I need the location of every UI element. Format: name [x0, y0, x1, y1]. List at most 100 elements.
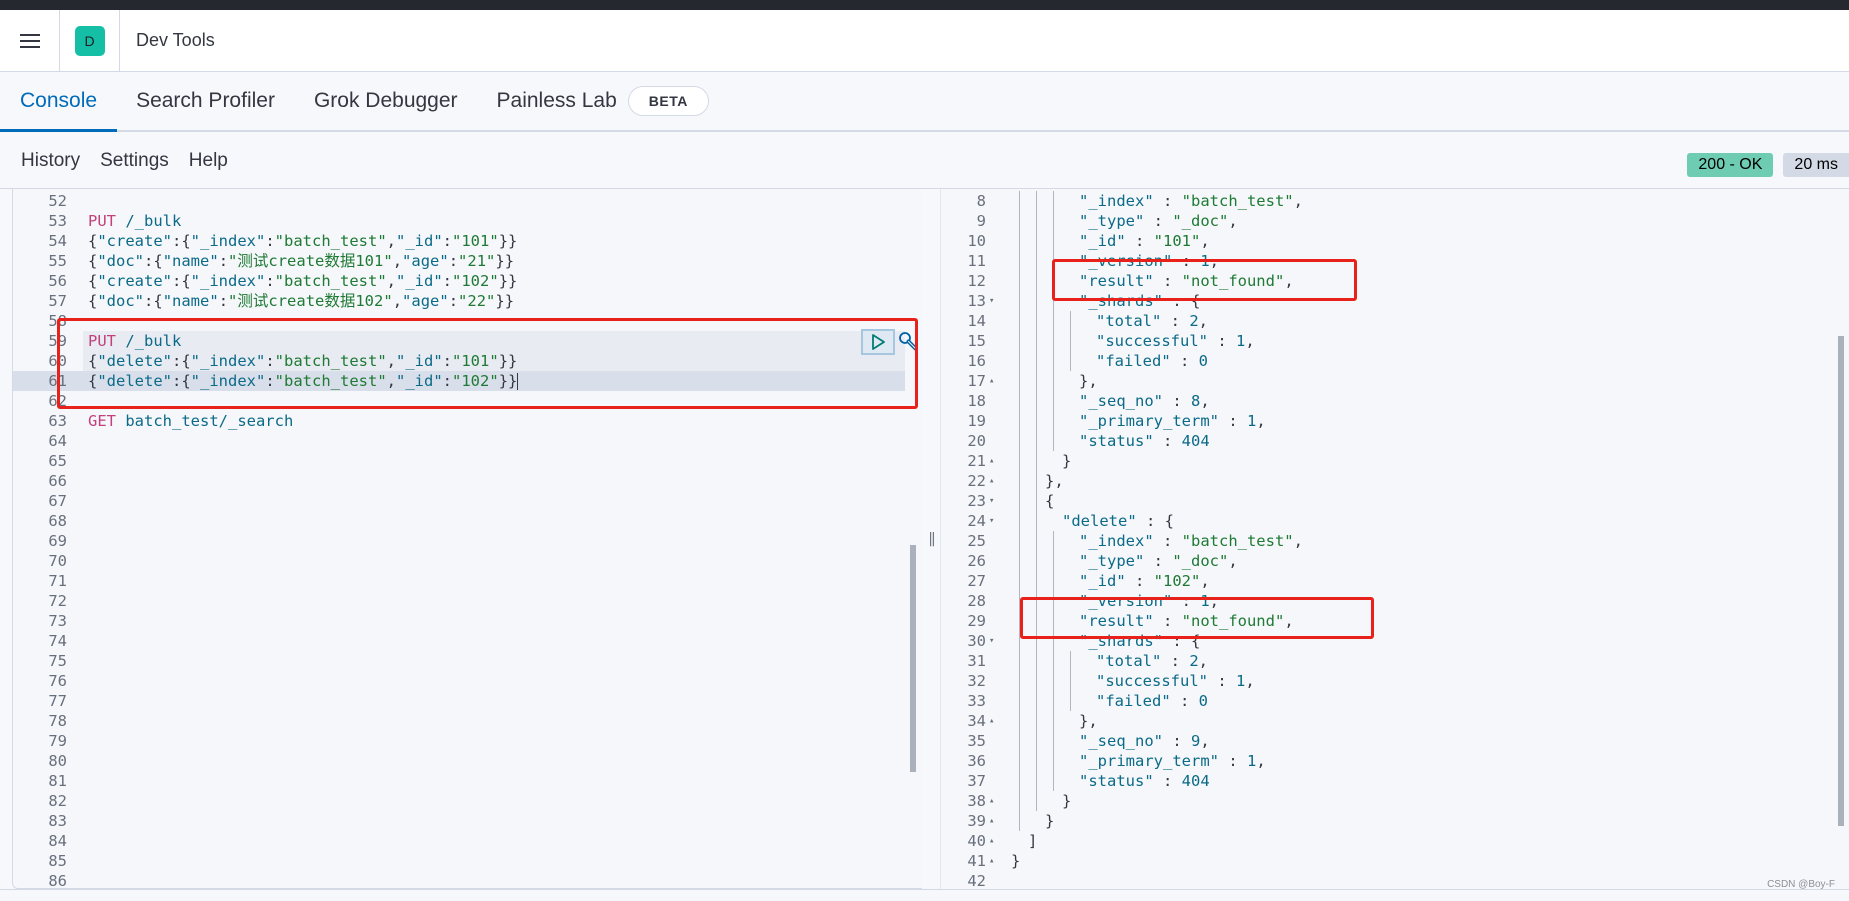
- editor-line[interactable]: 85: [13, 851, 913, 871]
- pane-resizer[interactable]: ||: [922, 189, 940, 889]
- line-code: "total" : 2,: [1096, 311, 1208, 331]
- output-line: 16 "failed" : 0: [941, 351, 1841, 371]
- fold-expand-icon[interactable]: ▴: [989, 831, 994, 851]
- fold-expand-icon[interactable]: ▴: [989, 711, 994, 731]
- editor-line[interactable]: 71: [13, 571, 913, 591]
- code-token: 1: [1235, 332, 1246, 350]
- fold-collapse-icon[interactable]: ▾: [989, 291, 994, 311]
- editor-line[interactable]: 68: [13, 511, 913, 531]
- code-token: "successful": [1096, 332, 1208, 350]
- editor-line[interactable]: 73: [13, 611, 913, 631]
- tab-console[interactable]: Console: [0, 72, 118, 132]
- app-title: Dev Tools: [136, 30, 215, 50]
- output-line: 41 ▴}: [941, 851, 1841, 871]
- editor-line[interactable]: 54 {"create":{"_index":"batch_test","_id"…: [13, 231, 913, 251]
- code-token: :: [1163, 392, 1191, 410]
- fold-collapse-icon[interactable]: ▾: [989, 511, 994, 531]
- editor-line[interactable]: 53 PUT /_bulk: [13, 211, 913, 231]
- space-selector[interactable]: D: [60, 9, 120, 72]
- code-token: ,: [386, 272, 396, 290]
- editor-line[interactable]: 65: [13, 451, 913, 471]
- code-token: ,: [1200, 572, 1210, 590]
- line-code: "_primary_term" : 1,: [1079, 411, 1266, 431]
- line-number: 86: [48, 872, 67, 889]
- code-token: :: [1218, 412, 1247, 430]
- line-number: 15: [967, 332, 986, 350]
- editor-line[interactable]: 76: [13, 671, 913, 691]
- help-link[interactable]: Help: [189, 150, 228, 172]
- line-number: 38: [967, 792, 986, 810]
- code-token: :: [265, 272, 275, 290]
- editor-line[interactable]: 57 {"doc":{"name":"测试create数据102","age":"…: [13, 291, 913, 311]
- editor-line[interactable]: 64: [13, 431, 913, 451]
- request-editor[interactable]: 52 53 PUT /_bulk 54 {"create":{"_index":"bat…: [12, 189, 922, 889]
- line-code: }: [1045, 811, 1054, 831]
- history-link[interactable]: History: [21, 150, 80, 172]
- editor-line[interactable]: 84: [13, 831, 913, 851]
- editor-line[interactable]: 52: [13, 191, 913, 211]
- output-scrollbar[interactable]: [1838, 336, 1844, 826]
- editor-line[interactable]: 86: [13, 871, 913, 889]
- code-token: 2: [1189, 312, 1199, 330]
- editor-line[interactable]: 67: [13, 491, 913, 511]
- line-code: },: [1079, 711, 1098, 731]
- menu-button[interactable]: [0, 9, 60, 72]
- tab-grok-debugger[interactable]: Grok Debugger: [314, 72, 458, 130]
- code-token: ,: [1293, 532, 1303, 550]
- fold-expand-icon[interactable]: ▴: [989, 851, 994, 871]
- code-token: }}: [495, 252, 515, 270]
- beta-badge: BETA: [627, 86, 709, 116]
- editor-line[interactable]: 55 {"doc":{"name":"测试create数据101","age":"…: [13, 251, 913, 271]
- output-line: 22 ▴},: [941, 471, 1841, 491]
- output-line: 40 ▴]: [941, 831, 1841, 851]
- editor-line[interactable]: 66: [13, 471, 913, 491]
- editor-line[interactable]: 77: [13, 691, 913, 711]
- fold-expand-icon[interactable]: ▴: [989, 471, 994, 491]
- editor-line[interactable]: 79: [13, 731, 913, 751]
- line-number: 24: [967, 512, 986, 530]
- fold-collapse-icon[interactable]: ▾: [989, 491, 994, 511]
- editor-line[interactable]: 80: [13, 751, 913, 771]
- line-number: 68: [48, 512, 67, 530]
- line-number: 25: [967, 532, 986, 550]
- settings-link[interactable]: Settings: [100, 150, 169, 172]
- output-line: 42: [941, 871, 1841, 889]
- line-number: 75: [48, 652, 67, 670]
- code-token: "_seq_no": [1079, 732, 1163, 750]
- editor-line[interactable]: 75: [13, 651, 913, 671]
- line-number: 39: [967, 812, 986, 830]
- editor-line[interactable]: 72: [13, 591, 913, 611]
- output-line: 33 "failed" : 0: [941, 691, 1841, 711]
- output-line: 18 "_seq_no" : 8,: [941, 391, 1841, 411]
- fold-expand-icon[interactable]: ▴: [989, 811, 994, 831]
- fold-expand-icon[interactable]: ▴: [989, 371, 994, 391]
- editor-line[interactable]: 78: [13, 711, 913, 731]
- app-header: D Dev Tools: [0, 9, 1849, 72]
- code-token: }: [1062, 792, 1072, 810]
- code-token: {: [88, 252, 98, 270]
- code-token: "_type": [1079, 552, 1145, 570]
- fold-collapse-icon[interactable]: ▾: [989, 631, 994, 651]
- line-number: 16: [967, 352, 986, 370]
- code-token: "successful": [1096, 672, 1208, 690]
- editor-line[interactable]: 63 GET batch_test/_search: [13, 411, 913, 431]
- fold-expand-icon[interactable]: ▴: [989, 791, 994, 811]
- fold-expand-icon[interactable]: ▴: [989, 451, 994, 471]
- code-token: 1: [1246, 412, 1257, 430]
- editor-line[interactable]: 69: [13, 531, 913, 551]
- code-token: "102": [1153, 572, 1201, 590]
- line-number: 65: [48, 452, 67, 470]
- tab-painless-lab[interactable]: Painless Lab BETA: [497, 72, 709, 130]
- editor-line[interactable]: 56 {"create":{"_index":"batch_test","_id"…: [13, 271, 913, 291]
- editor-line[interactable]: 82: [13, 791, 913, 811]
- editor-line[interactable]: 83: [13, 811, 913, 831]
- editor-scrollbar[interactable]: [910, 545, 916, 772]
- bottom-border: [0, 889, 1849, 890]
- tab-search-profiler[interactable]: Search Profiler: [136, 72, 275, 130]
- code-token: "21": [458, 252, 496, 270]
- output-line: 35 "_seq_no" : 9,: [941, 731, 1841, 751]
- editor-line[interactable]: 74: [13, 631, 913, 651]
- line-number: 21: [967, 452, 986, 470]
- editor-line[interactable]: 70: [13, 551, 913, 571]
- editor-line[interactable]: 81: [13, 771, 913, 791]
